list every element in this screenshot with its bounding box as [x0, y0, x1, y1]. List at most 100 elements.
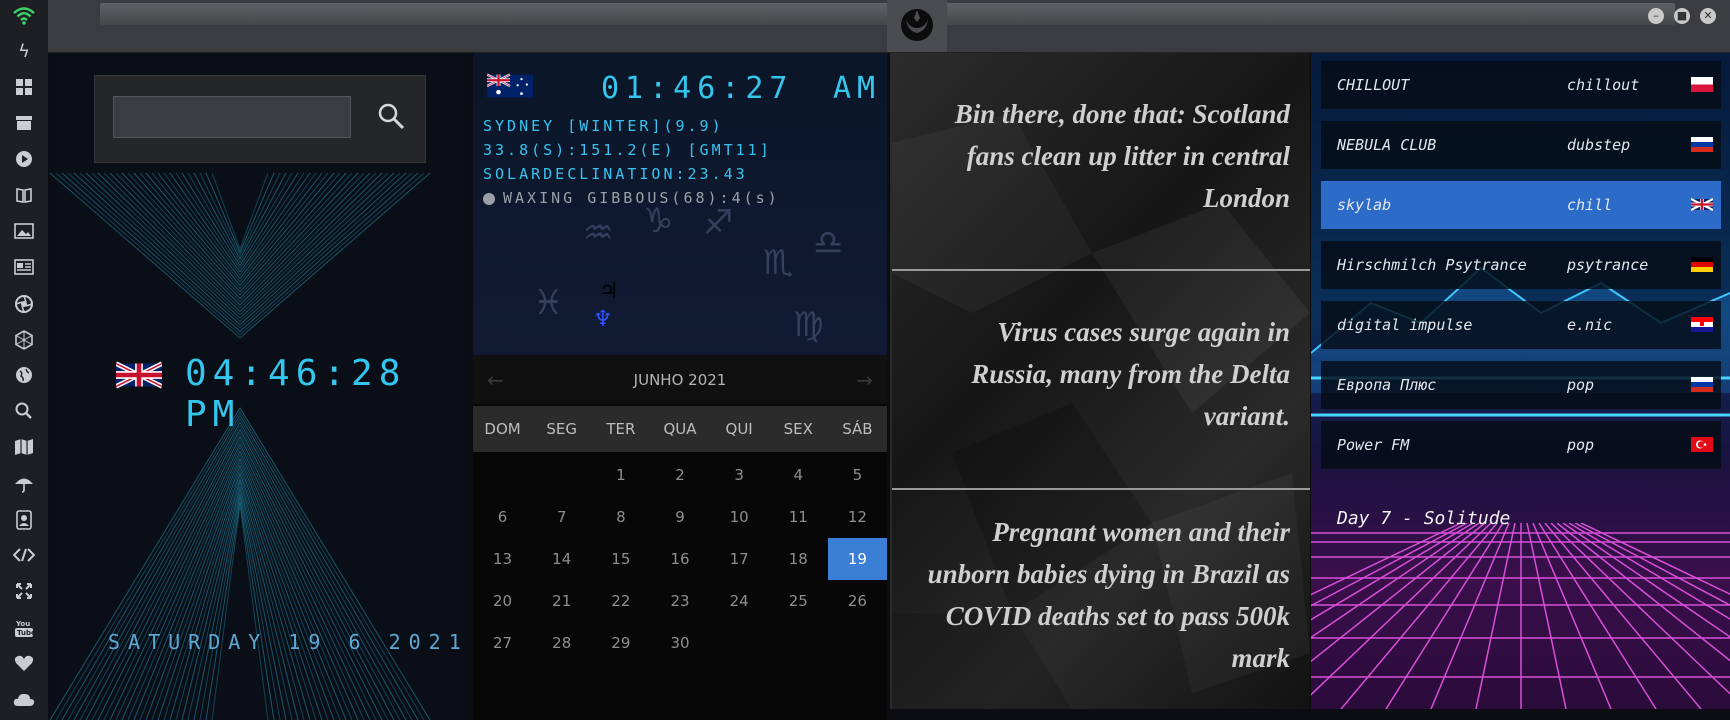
calendar-day[interactable]: 3 [710, 454, 769, 496]
calendar-day[interactable]: 18 [769, 538, 828, 580]
news-icon[interactable] [12, 258, 36, 282]
sydney-panel: ♓ ♒ ♑ ♐ ♏ ♍ ♎ 01:46:27 AM SYDNEY [WINTER… [473, 53, 887, 355]
station-genre: chill [1567, 196, 1613, 214]
archive-icon[interactable] [12, 114, 36, 138]
news-headline[interactable]: Virus cases surge again in Russia, many … [910, 311, 1290, 437]
calendar-day[interactable]: 2 [650, 454, 709, 496]
calendar-day[interactable]: 28 [532, 622, 591, 664]
heart-icon[interactable] [12, 654, 36, 678]
calendar-day[interactable]: 6 [473, 496, 532, 538]
calendar-day[interactable]: 1 [591, 454, 650, 496]
calendar-day[interactable]: 12 [828, 496, 887, 538]
close-button[interactable]: ✕ [1700, 8, 1716, 24]
calendar-day[interactable]: 8 [591, 496, 650, 538]
moon-icon [483, 192, 495, 205]
station-row[interactable]: NEBULA CLUB dubstep [1321, 121, 1721, 169]
station-row[interactable]: Европа Плюс pop [1321, 361, 1721, 409]
calendar-day [828, 622, 887, 664]
calendar: ← JUNHO 2021 → DOM SEG TER QUA QUI SEX S… [473, 356, 887, 720]
news-headline[interactable]: Bin there, done that: Scotland fans clea… [910, 93, 1290, 219]
clock-panel: 04:46:28 PM SATURDAY 19 6 2021 [50, 53, 470, 720]
calendar-day [710, 622, 769, 664]
calendar-day[interactable]: 17 [710, 538, 769, 580]
aperture-icon[interactable] [12, 294, 36, 318]
search-icon[interactable] [12, 402, 36, 426]
calendar-day[interactable]: 25 [769, 580, 828, 622]
news-headline[interactable]: Pregnant women and their unborn babies d… [910, 511, 1290, 679]
calendar-day[interactable]: 4 [769, 454, 828, 496]
calendar-day[interactable]: 30 [650, 622, 709, 664]
moon-row: WAXING GIBBOUS(68):4(s) [483, 189, 780, 207]
calendar-day[interactable]: 9 [650, 496, 709, 538]
uk-time: 04:46:28 PM [185, 353, 407, 435]
russia-flag-icon [1691, 377, 1713, 392]
station-genre: dubstep [1567, 136, 1631, 154]
weekday-label: QUA [663, 420, 697, 438]
calendar-day[interactable]: 13 [473, 538, 532, 580]
book-icon[interactable] [12, 186, 36, 210]
station-name: CHILLOUT [1337, 76, 1410, 94]
play-icon[interactable] [12, 150, 36, 174]
expand-icon[interactable] [12, 582, 36, 606]
calendar-day[interactable]: 14 [532, 538, 591, 580]
neon-grid [1311, 523, 1730, 709]
weekday-label: SEX [783, 420, 813, 438]
jupiter-symbol: ♃ [599, 279, 619, 304]
zodiac-glyph: ♍ [793, 305, 824, 345]
search-input[interactable] [113, 96, 351, 138]
calendar-day[interactable]: 7 [532, 496, 591, 538]
station-name: Европа Плюс [1337, 376, 1437, 394]
zodiac-glyph: ♐ [703, 203, 734, 243]
calendar-day [532, 454, 591, 496]
home-tab[interactable] [887, 0, 947, 52]
weekday-label: DOM [484, 420, 521, 438]
station-row[interactable]: Power FM pop [1321, 421, 1721, 469]
station-genre: psytrance [1567, 256, 1649, 274]
sydney-time: 01:46:27 [601, 71, 794, 106]
poland-flag-icon [1691, 77, 1713, 92]
calendar-day-today[interactable]: 19 [827, 538, 887, 580]
maximize-button[interactable]: ■ [1674, 8, 1690, 24]
calendar-day[interactable]: 24 [710, 580, 769, 622]
search-icon[interactable] [377, 102, 405, 130]
hexagon-icon[interactable] [12, 330, 36, 354]
weekday-label: SEG [546, 420, 578, 438]
station-row[interactable]: Hirschmilch Psytrance psytrance [1321, 241, 1721, 289]
calendar-header: ← JUNHO 2021 → [473, 356, 887, 404]
calendar-day[interactable]: 20 [473, 580, 532, 622]
station-genre: e.nic [1567, 316, 1613, 334]
umbrella-icon[interactable] [12, 474, 36, 498]
calendar-day[interactable]: 11 [769, 496, 828, 538]
wifi-icon[interactable] [12, 6, 36, 30]
cloud-icon[interactable] [12, 690, 36, 714]
globe-icon[interactable] [12, 366, 36, 390]
calendar-next-button[interactable]: → [856, 368, 873, 392]
uk-flag-icon [1691, 198, 1713, 211]
calendar-day[interactable]: 15 [591, 538, 650, 580]
lightning-icon[interactable]: ϟ [12, 40, 36, 64]
station-genre: chillout [1567, 76, 1640, 94]
radio-panel: CHILLOUT chillout NEBULA CLUB dubstep sk… [1311, 53, 1730, 709]
calendar-day[interactable]: 23 [650, 580, 709, 622]
calendar-day[interactable]: 22 [591, 580, 650, 622]
calendar-day[interactable]: 10 [710, 496, 769, 538]
minimize-button[interactable]: – [1648, 8, 1664, 24]
youtube-icon[interactable]: You Tube [12, 618, 36, 642]
calendar-day[interactable]: 26 [828, 580, 887, 622]
windows-icon[interactable] [12, 78, 36, 102]
calendar-day[interactable]: 5 [828, 454, 887, 496]
code-icon[interactable] [12, 546, 36, 570]
station-row[interactable]: CHILLOUT chillout [1321, 61, 1721, 109]
station-name: digital impulse [1337, 316, 1473, 334]
image-icon[interactable] [12, 222, 36, 246]
solar-declination: SOLARDECLINATION:23.43 [483, 165, 748, 183]
calendar-day[interactable]: 29 [591, 622, 650, 664]
calendar-day[interactable]: 16 [650, 538, 709, 580]
calendar-weekdays: DOM SEG TER QUA QUI SEX SÁB [473, 406, 887, 452]
station-row[interactable]: digital impulse e.nic [1321, 301, 1721, 349]
contacts-icon[interactable] [12, 510, 36, 534]
calendar-day[interactable]: 27 [473, 622, 532, 664]
calendar-day[interactable]: 21 [532, 580, 591, 622]
map-icon[interactable] [12, 438, 36, 462]
station-row-active[interactable]: skylab chill [1321, 181, 1721, 229]
